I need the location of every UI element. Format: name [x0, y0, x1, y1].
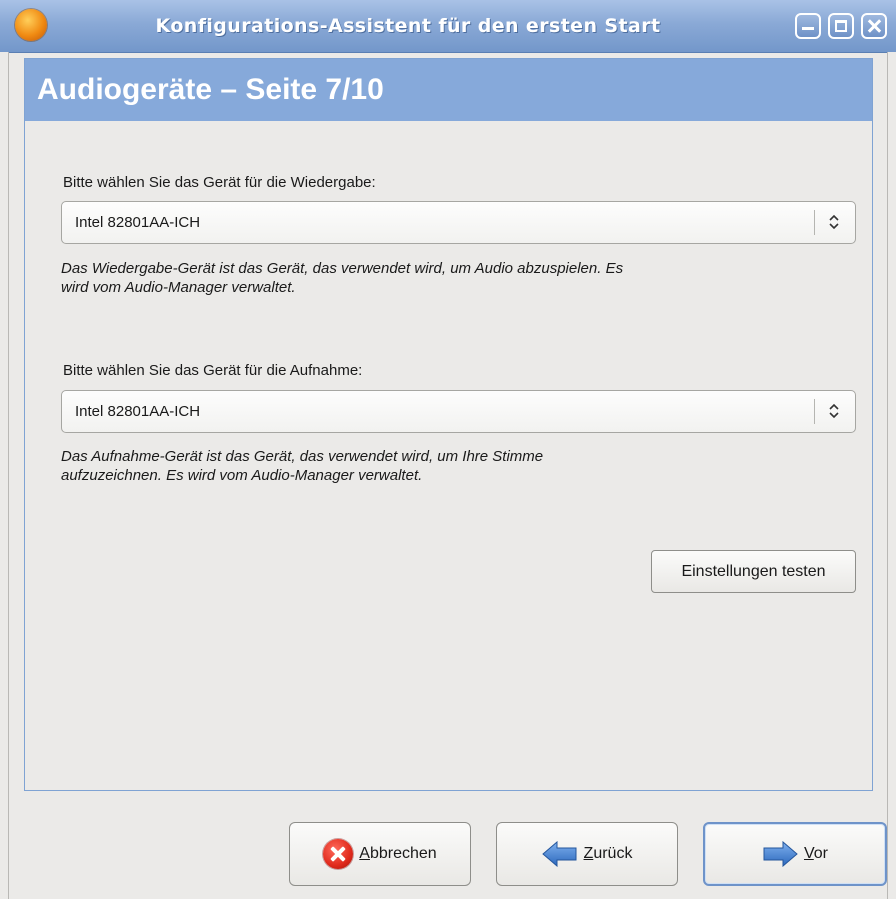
select-separator: [814, 210, 815, 235]
back-button[interactable]: Zurück: [496, 822, 678, 886]
page-header: Audiogeräte – Seite 7/10: [25, 59, 872, 121]
next-button[interactable]: Vor: [703, 822, 887, 886]
cancel-x-icon: [323, 839, 354, 869]
playback-device-label: Bitte wählen Sie das Gerät für die Wiede…: [63, 174, 376, 191]
recording-device-select[interactable]: Intel 82801AA-ICH: [61, 390, 856, 433]
wizard-page-panel: Audiogeräte – Seite 7/10 Bitte wählen Si…: [24, 58, 873, 791]
test-settings-button[interactable]: Einstellungen testen: [651, 550, 856, 593]
chevron-up-down-icon[interactable]: [821, 202, 847, 243]
app-logo-icon[interactable]: [15, 9, 47, 41]
recording-device-label: Bitte wählen Sie das Gerät für die Aufna…: [63, 362, 363, 379]
chevron-up-down-icon[interactable]: [821, 391, 847, 432]
arrow-left-icon: [541, 841, 577, 867]
recording-device-help: Das Aufnahme-Gerät ist das Gerät, das ve…: [61, 448, 544, 484]
cancel-button-label: Abbrechen: [359, 845, 437, 862]
recording-device-value: Intel 82801AA-ICH: [75, 403, 201, 420]
title-bar[interactable]: Konfigurations-Assistent für den ersten …: [0, 0, 896, 53]
playback-device-value: Intel 82801AA-ICH: [75, 214, 201, 231]
close-icon[interactable]: [861, 13, 887, 39]
cancel-button[interactable]: Abbrechen: [289, 822, 471, 886]
playback-device-select[interactable]: Intel 82801AA-ICH: [61, 201, 856, 244]
page-title: Audiogeräte – Seite 7/10: [37, 73, 384, 106]
window-title: Konfigurations-Assistent für den ersten …: [155, 15, 661, 37]
window-frame-left: [0, 52, 9, 899]
window-frame-right: [887, 52, 896, 899]
select-separator: [814, 399, 815, 424]
maximize-icon[interactable]: [828, 13, 854, 39]
next-button-label: Vor: [803, 845, 829, 862]
wizard-window: Konfigurations-Assistent für den ersten …: [0, 0, 896, 899]
back-button-label: Zurück: [583, 845, 633, 862]
playback-device-help: Das Wiedergabe-Gerät ist das Gerät, das …: [61, 260, 624, 296]
minimize-icon[interactable]: [795, 13, 821, 39]
arrow-right-icon: [763, 841, 798, 867]
